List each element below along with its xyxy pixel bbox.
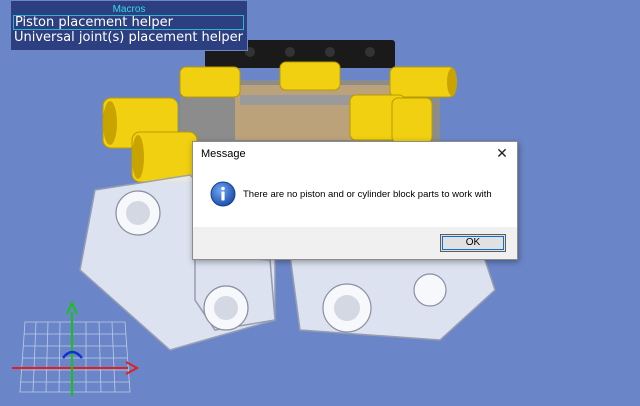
close-icon[interactable]: ✕ (493, 144, 511, 162)
macro-item-piston-placement-helper[interactable]: Piston placement helper (13, 15, 244, 30)
dialog-footer: OK (193, 227, 517, 259)
message-dialog: Message ✕ There are no piston and or cyl… (192, 141, 518, 260)
info-icon (210, 181, 236, 207)
dialog-message: There are no piston and or cylinder bloc… (243, 189, 492, 200)
macros-title: Macros (112, 4, 146, 15)
macro-item-universal-joint-placement-helper[interactable]: Universal joint(s) placement helper (11, 30, 247, 45)
dialog-body: There are no piston and or cylinder bloc… (193, 166, 517, 227)
ok-button[interactable]: OK (440, 234, 506, 252)
dialog-title: Message (201, 148, 246, 160)
macros-panel: Macros Piston placement helper Universal… (10, 0, 248, 51)
